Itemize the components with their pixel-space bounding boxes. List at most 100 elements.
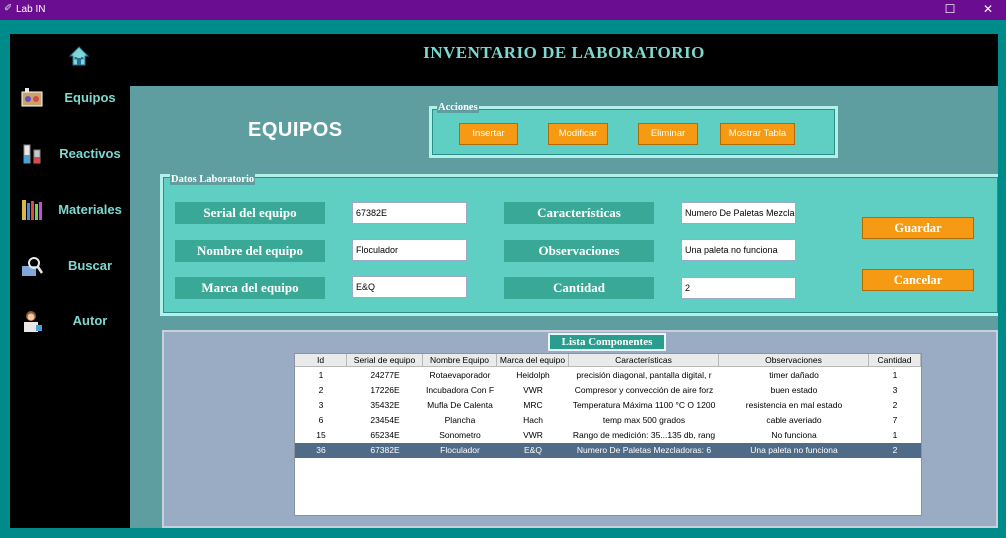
nombre-field[interactable]: Floculador xyxy=(352,239,467,261)
column-header-id[interactable]: Id xyxy=(295,354,347,366)
materials-icon xyxy=(22,200,42,220)
cell-id: 3 xyxy=(318,400,324,410)
author-icon xyxy=(24,311,42,332)
insertar-button[interactable]: Insertar xyxy=(459,123,518,145)
cell-observaciones: Una paleta no funciona xyxy=(750,445,838,455)
close-icon[interactable]: ✕ xyxy=(978,2,998,16)
header-bar: INVENTARIO DE LABORATORIO xyxy=(130,34,998,86)
cell-id: 1 xyxy=(318,370,324,380)
observaciones-field[interactable]: Una paleta no funciona xyxy=(681,239,796,261)
column-header-observaciones[interactable]: Observaciones xyxy=(719,354,869,366)
cell-observaciones: No funciona xyxy=(771,430,817,440)
cell-nombre: Mufla De Calenta xyxy=(427,400,493,410)
eliminar-button[interactable]: Eliminar xyxy=(638,123,698,145)
home-icon[interactable] xyxy=(68,45,90,67)
window-title: Lab IN xyxy=(16,4,46,15)
marca-field[interactable]: E&Q xyxy=(352,276,467,298)
cell-marca: VWR xyxy=(523,385,543,395)
nombre-label: Nombre del equipo xyxy=(175,240,325,262)
components-table[interactable]: Id Serial de equipo Nombre Equipo Marca … xyxy=(294,353,922,516)
cell-serial: 67382E xyxy=(370,445,400,455)
cell-nombre: Rotaevaporador xyxy=(429,370,491,380)
marca-label: Marca del equipo xyxy=(175,277,325,299)
table-row[interactable]: 15 65234E Sonometro VWR Rango de medición: 3… xyxy=(295,428,921,443)
sidebar-item-equipos[interactable]: Equipos xyxy=(10,80,130,120)
app-heading: INVENTARIO DE LABORATORIO xyxy=(423,43,705,62)
column-header-cantidad[interactable]: Cantidad xyxy=(869,354,921,366)
cell-caracteristicas: Temperatura Máxima 1100 °C O 1200 xyxy=(572,400,716,410)
cell-serial: 17226E xyxy=(370,385,400,395)
cell-marca: Heidolph xyxy=(516,370,550,380)
table-row[interactable]: 6 23454E Plancha Hach temp max 500 grados cab… xyxy=(295,413,921,428)
cell-caracteristicas: temp max 500 grados xyxy=(602,415,686,425)
cantidad-field[interactable]: 2 xyxy=(681,277,796,299)
title-bar: ✐ Lab IN ☐ ✕ xyxy=(0,0,1006,20)
column-header-nombre[interactable]: Nombre Equipo xyxy=(423,354,497,366)
cell-observaciones: timer dañado xyxy=(769,370,819,380)
cell-caracteristicas: Compresor y convección de aire forz xyxy=(574,385,714,395)
reagent-icon xyxy=(23,144,41,164)
sidebar-item-label: Reactivos xyxy=(59,146,121,161)
caracteristicas-label: Características xyxy=(504,202,654,224)
sidebar-item-label: Buscar xyxy=(67,258,113,273)
modificar-button[interactable]: Modificar xyxy=(548,123,608,145)
datos-legend: Datos Laboratorio xyxy=(170,174,256,185)
cell-caracteristicas: Rango de medición: 35...135 db, rang xyxy=(572,430,716,440)
cell-cantidad: 1 xyxy=(892,430,898,440)
cell-marca: Hach xyxy=(523,415,543,425)
cell-nombre: Floculador xyxy=(440,445,480,455)
table-row[interactable]: 1 24277E Rotaevaporador Heidolph precisión d… xyxy=(295,368,921,383)
cell-serial: 65234E xyxy=(370,430,400,440)
cell-observaciones: cable averiado xyxy=(766,415,822,425)
cell-id: 15 xyxy=(316,430,326,440)
equipment-icon xyxy=(21,88,43,107)
app-icon: ✐ xyxy=(4,3,13,14)
cell-marca: E&Q xyxy=(524,445,542,455)
column-header-marca[interactable]: Marca del equipo xyxy=(497,354,569,366)
sidebar-item-autor[interactable]: Autor xyxy=(10,303,130,343)
cell-nombre: Sonometro xyxy=(439,430,481,440)
cell-id: 6 xyxy=(318,415,324,425)
cell-cantidad: 1 xyxy=(892,370,898,380)
cell-serial: 23454E xyxy=(370,415,400,425)
guardar-button[interactable]: Guardar xyxy=(862,217,974,239)
sidebar-item-reactivos[interactable]: Reactivos xyxy=(10,136,130,176)
cell-caracteristicas: Numero De Paletas Mezcladoras: 6 xyxy=(576,445,712,455)
table-header: Id Serial de equipo Nombre Equipo Marca … xyxy=(295,354,921,367)
cell-cantidad: 7 xyxy=(892,415,898,425)
cancelar-button[interactable]: Cancelar xyxy=(862,269,974,291)
sidebar-item-label: Equipos xyxy=(64,90,116,105)
lista-legend: Lista Componentes xyxy=(548,333,666,351)
sidebar-item-materiales[interactable]: Materiales xyxy=(10,192,130,232)
mostrar-tabla-button[interactable]: Mostrar Tabla xyxy=(720,123,795,145)
caracteristicas-field[interactable]: Numero De Paletas Mezcladoras: 6 xyxy=(681,202,796,224)
cell-serial: 35432E xyxy=(370,400,400,410)
search-icon xyxy=(22,257,44,276)
sidebar-item-label: Materiales xyxy=(58,202,122,217)
sidebar-item-buscar[interactable]: Buscar xyxy=(10,248,130,288)
cell-id: 36 xyxy=(316,445,326,455)
table-row[interactable]: 36 67382E Floculador E&Q Numero De Paletas M… xyxy=(295,443,921,458)
cell-observaciones: resistencia en mal estado xyxy=(745,400,843,410)
cell-cantidad: 2 xyxy=(892,445,898,455)
serial-field[interactable]: 67382E xyxy=(352,202,467,224)
cell-serial: 24277E xyxy=(370,370,400,380)
cell-caracteristicas: precisión diagonal, pantalla digital, r xyxy=(576,370,712,380)
serial-label: Serial del equipo xyxy=(175,202,325,224)
column-header-caracteristicas[interactable]: Características xyxy=(569,354,719,366)
observaciones-label: Observaciones xyxy=(504,240,654,262)
column-header-serial[interactable]: Serial de equipo xyxy=(347,354,423,366)
cell-marca: VWR xyxy=(523,430,543,440)
cell-nombre: Incubadora Con F xyxy=(425,385,495,395)
page-title: EQUIPOS xyxy=(248,119,343,141)
cell-nombre: Plancha xyxy=(444,415,476,425)
table-row[interactable]: 3 35432E Mufla De Calenta MRC Temperatura Má… xyxy=(295,398,921,413)
cantidad-label: Cantidad xyxy=(504,277,654,299)
cell-observaciones: buen estado xyxy=(770,385,818,395)
cell-id: 2 xyxy=(318,385,324,395)
table-row[interactable]: 2 17226E Incubadora Con F VWR Compresor y co… xyxy=(295,383,921,398)
cell-cantidad: 3 xyxy=(892,385,898,395)
acciones-legend: Acciones xyxy=(437,102,479,113)
sidebar-item-label: Autor xyxy=(72,313,108,328)
maximize-icon[interactable]: ☐ xyxy=(940,2,960,16)
